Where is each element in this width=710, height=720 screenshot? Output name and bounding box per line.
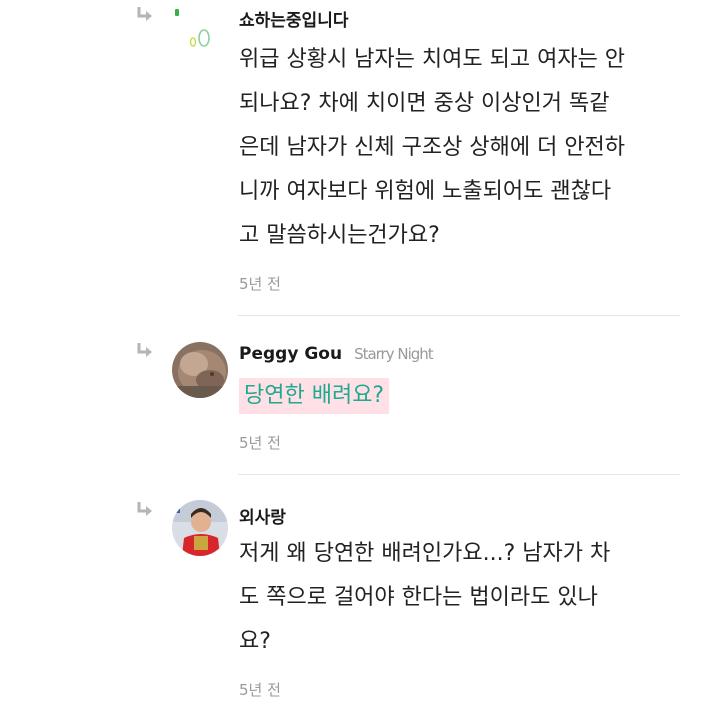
author-name: Peggy Gou (239, 344, 343, 364)
comment-time: 5년 전 (239, 434, 281, 452)
comment-line: 위급 상황시 남자는 치여도 되고 여자는 안 (239, 47, 626, 72)
comment-line: 니까 여자보다 위험에 노출되어도 괜찮다 (239, 179, 612, 204)
author-nickname: Starry Night (354, 345, 434, 363)
comment-line: 은데 남자가 신체 구조상 상해에 더 안전하 (239, 135, 626, 160)
reply-arrow-icon (137, 7, 152, 21)
comment-line: 요? (239, 629, 271, 654)
comment-divider (238, 315, 680, 316)
highlighted-text: 당연한 배려요? (239, 378, 390, 414)
comment-author[interactable]: 외사랑 (239, 503, 286, 528)
reply-arrow-icon (137, 502, 152, 516)
puppy-avatar[interactable] (172, 342, 228, 398)
comment-text: 위급 상황시 남자는 치여도 되고 여자는 안 되나요? 차에 치이면 중상 이… (239, 38, 689, 258)
comment-text: 당연한 배려요? (239, 378, 689, 414)
logo-avatar[interactable] (172, 0, 228, 56)
comment-line: 저게 왜 당연한 배려인가요...? 남자가 차 (239, 541, 611, 566)
comment-line: 도 쪽으로 걸어야 한다는 법이라도 있나 (239, 585, 598, 610)
reply-arrow-icon (137, 343, 152, 357)
comment-text: 저게 왜 당연한 배려인가요...? 남자가 차 도 쪽으로 걸어야 한다는 법… (239, 532, 689, 664)
comment-line: 되나요? 차에 치이면 중상 이상인거 똑같 (239, 91, 610, 116)
comment-time: 5년 전 (239, 275, 281, 293)
comment-time: 5년 전 (239, 681, 281, 699)
comment-divider (238, 474, 680, 475)
comment-line: 고 말씀하시는건가요? (239, 223, 440, 248)
comment-author[interactable]: 쇼하는중입니다 (239, 6, 348, 31)
comment-author[interactable]: Peggy Gou Starry Night (239, 344, 434, 364)
person-avatar[interactable] (172, 500, 228, 556)
